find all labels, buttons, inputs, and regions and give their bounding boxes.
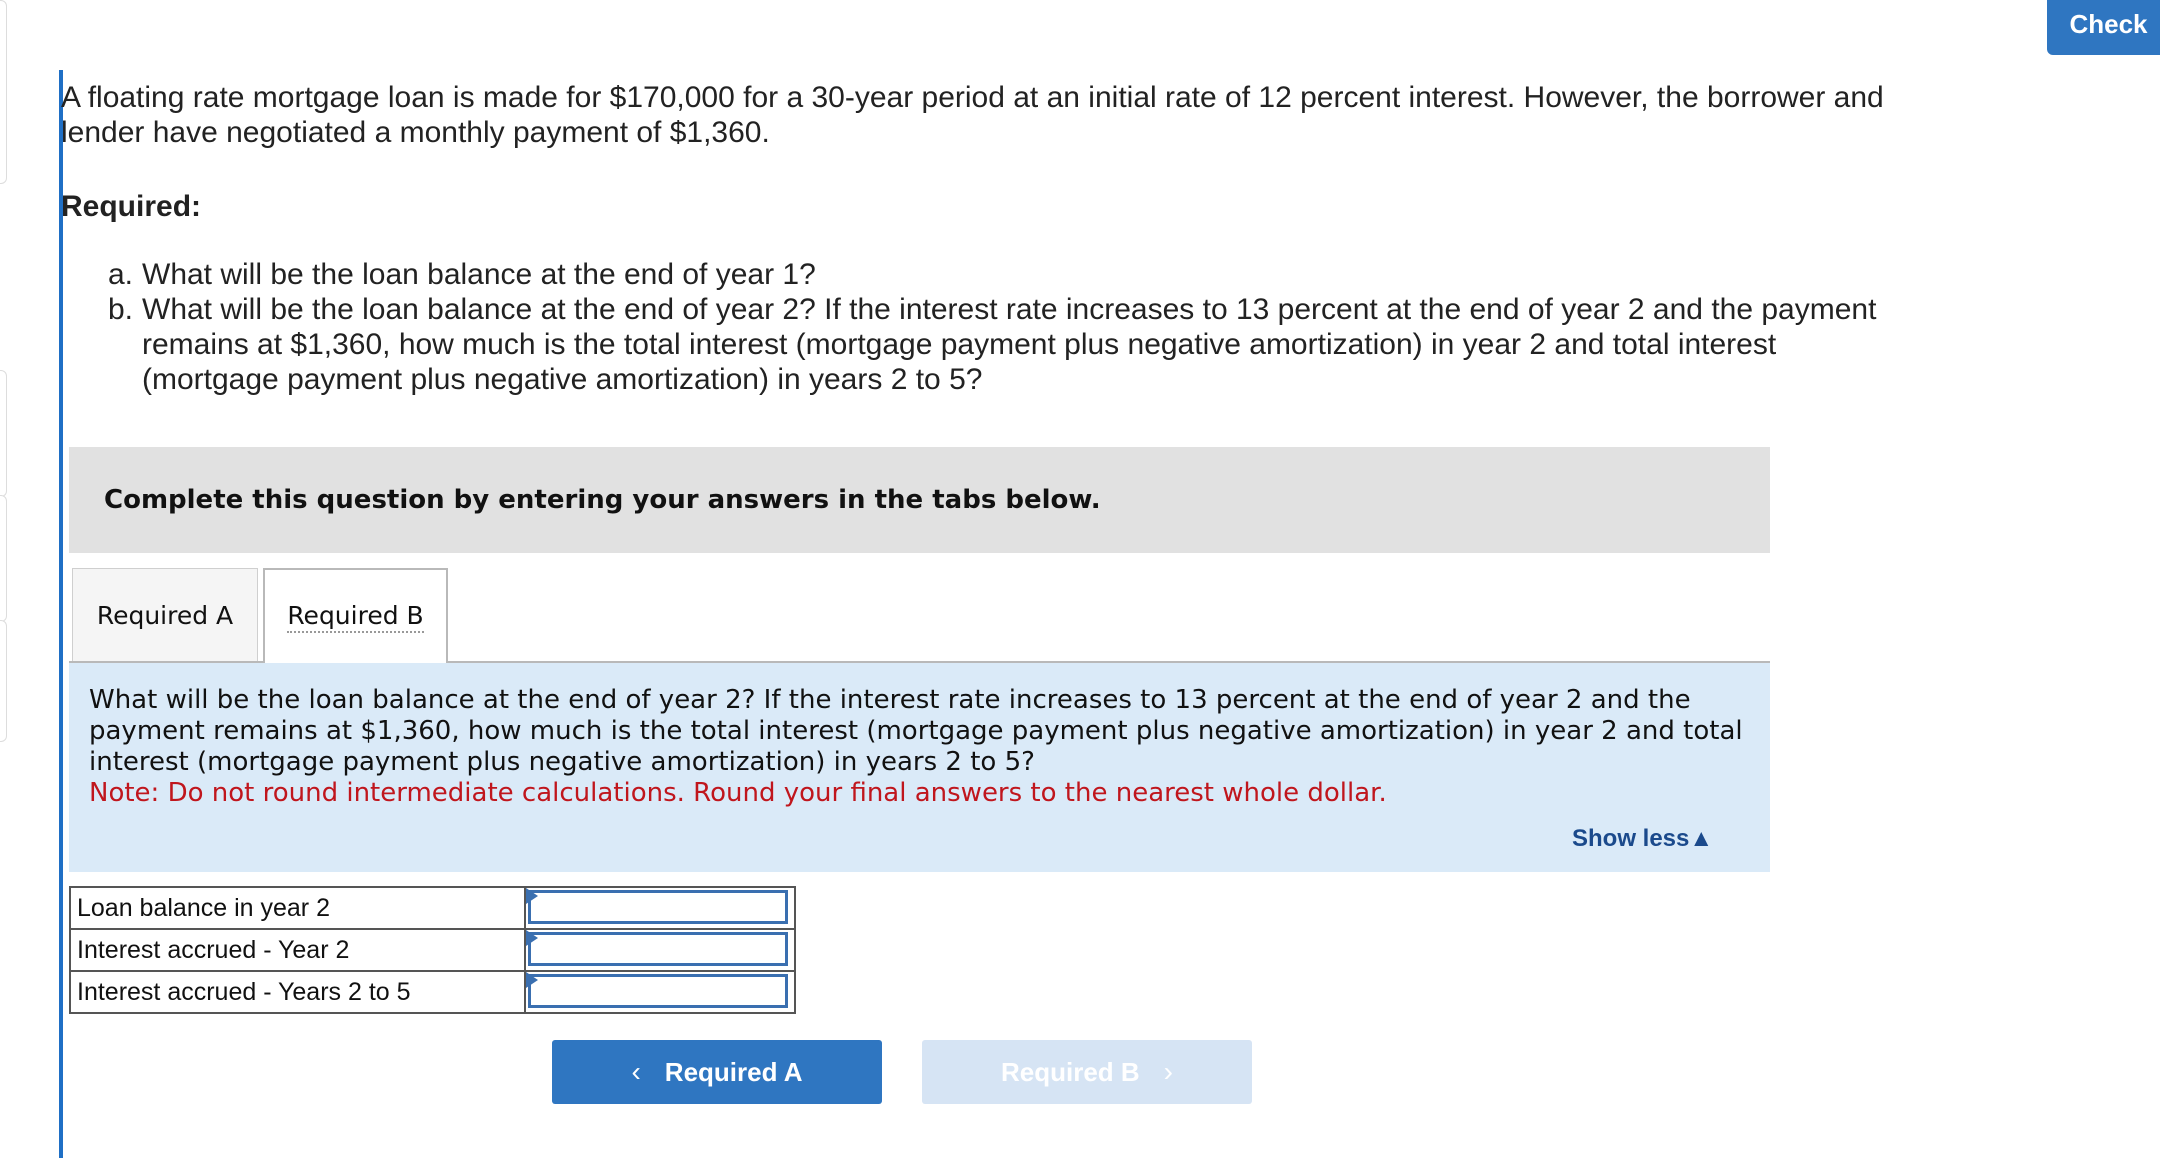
tab-required-b-label: Required B [287, 601, 424, 633]
instructions-banner: Complete this question by entering your … [69, 447, 1770, 553]
input-marker-icon [526, 888, 538, 904]
loan-balance-input[interactable] [528, 890, 788, 924]
requirement-item-a: a. What will be the loan balance at the … [108, 257, 1908, 292]
requirement-label-b: b. [108, 293, 134, 326]
question-note: Note: Do not round intermediate calculat… [89, 778, 1387, 808]
next-required-b-button[interactable]: Required B › [922, 1040, 1252, 1104]
check-button[interactable]: Check [2047, 0, 2160, 55]
question-text: What will be the loan balance at the end… [89, 685, 1743, 777]
side-panel-edge-bottom [0, 620, 7, 742]
side-panel-edge-mid [0, 370, 7, 497]
answer-label-interest-years-2-5: Interest accrued - Years 2 to 5 [69, 970, 526, 1014]
problem-intro: A floating rate mortgage loan is made fo… [61, 81, 1884, 149]
tab-required-a-label: Required A [96, 601, 234, 630]
interest-years-2-5-input[interactable] [528, 974, 788, 1008]
requirement-text-b: What will be the loan balance at the end… [142, 293, 1877, 396]
required-heading: Required: [61, 190, 202, 223]
answer-table: Loan balance in year 2 Interest accrued … [69, 886, 796, 1014]
prev-button-label: Required A [664, 1056, 803, 1087]
input-marker-icon [526, 972, 538, 988]
side-panel-edge-top [0, 0, 7, 184]
table-row: Interest accrued - Years 2 to 5 [69, 970, 796, 1014]
answer-cell-interest-years-2-5 [524, 970, 796, 1014]
input-marker-icon [526, 930, 538, 946]
chevron-right-icon: › [1163, 1056, 1173, 1087]
chevron-left-icon: ‹ [631, 1056, 641, 1087]
tab-required-a[interactable]: Required A [72, 568, 258, 662]
answer-label-loan-balance: Loan balance in year 2 [69, 886, 526, 930]
prev-required-a-button[interactable]: ‹ Required A [552, 1040, 882, 1104]
interest-year-2-input[interactable] [528, 932, 788, 966]
requirement-label-a: a. [108, 258, 134, 291]
requirements-list: a. What will be the loan balance at the … [108, 257, 1908, 397]
instructions-text: Complete this question by entering your … [104, 485, 1101, 515]
next-button-label: Required B [1000, 1056, 1140, 1087]
answer-cell-interest-year-2 [524, 928, 796, 972]
side-panel-edge-low [0, 495, 7, 622]
table-row: Loan balance in year 2 [69, 886, 796, 930]
table-row: Interest accrued - Year 2 [69, 928, 796, 972]
requirement-item-b: b. What will be the loan balance at the … [108, 292, 1908, 397]
show-less-label: Show less [1572, 825, 1690, 852]
answer-label-interest-year-2: Interest accrued - Year 2 [69, 928, 526, 972]
question-panel: What will be the loan balance at the end… [69, 663, 1770, 872]
show-less-link[interactable]: Show less▲ [1572, 825, 1713, 853]
question-accent-bar [59, 70, 63, 1158]
triangle-up-icon: ▲ [1689, 825, 1714, 852]
tab-required-b[interactable]: Required B [263, 568, 448, 664]
requirement-text-a: What will be the loan balance at the end… [142, 258, 816, 291]
answer-cell-loan-balance [524, 886, 796, 930]
